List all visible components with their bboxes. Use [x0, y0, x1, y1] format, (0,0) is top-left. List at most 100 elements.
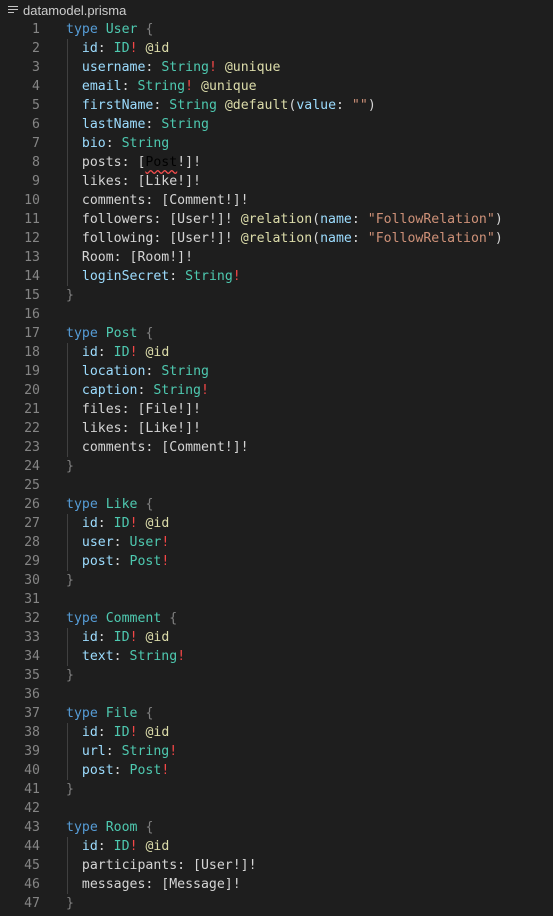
line-number: 33 — [24, 630, 40, 645]
code-line[interactable]: 3 username: String! @unique — [0, 58, 553, 77]
code-token: ! — [129, 41, 138, 56]
code-token: @id — [145, 630, 170, 645]
code-line[interactable]: 33 id: ID! @id — [0, 628, 553, 647]
code-line[interactable]: 1 type User { — [0, 20, 553, 39]
line-number: 23 — [24, 440, 40, 455]
code-line[interactable]: 14 loginSecret: String! — [0, 267, 553, 286]
code-text: type Room { — [66, 818, 153, 837]
code-line[interactable]: 18 id: ID! @id — [0, 343, 553, 362]
code-line[interactable]: 19 location: String — [0, 362, 553, 381]
code-line[interactable]: 47} — [0, 894, 553, 913]
code-text: type Post { — [66, 324, 153, 343]
code-line[interactable]: 36 — [0, 685, 553, 704]
code-text: type File { — [66, 704, 153, 723]
code-line[interactable]: 23 comments: [Comment!]! — [0, 438, 553, 457]
code-token: following: [User!]! — [81, 231, 241, 246]
code-line[interactable]: 27 id: ID! @id — [0, 514, 553, 533]
code-line[interactable]: 30} — [0, 571, 553, 590]
code-token: ID — [113, 345, 130, 360]
code-editor[interactable]: 1 type User {2 id: ID! @id 3 username: Str… — [0, 20, 553, 913]
code-line[interactable]: 2 id: ID! @id — [0, 39, 553, 58]
code-line[interactable]: 26 type Like { — [0, 495, 553, 514]
code-line[interactable]: 42 — [0, 799, 553, 818]
code-line[interactable]: 20 caption: String! — [0, 381, 553, 400]
line-number: 42 — [24, 801, 40, 816]
code-line[interactable]: 9 likes: [Like!]! — [0, 172, 553, 191]
code-line[interactable]: 4 email: String! @unique — [0, 77, 553, 96]
code-line[interactable]: 6 lastName: String — [0, 115, 553, 134]
code-token: name — [320, 231, 352, 246]
line-number: 11 — [24, 212, 40, 227]
code-line[interactable]: 45 participants: [User!]! — [0, 856, 553, 875]
line-number: 14 — [24, 269, 40, 284]
line-number: 30 — [24, 573, 40, 588]
code-line[interactable]: 13 Room: [Room!]! — [0, 248, 553, 267]
code-token: type — [66, 611, 98, 626]
code-line[interactable]: 24} — [0, 457, 553, 476]
code-text: bio: String — [66, 134, 169, 153]
breadcrumb[interactable]: datamodel.prisma — [0, 0, 553, 20]
code-token: "FollowRelation" — [367, 231, 495, 246]
code-line[interactable]: 29 post: Post! — [0, 552, 553, 571]
code-token: } — [66, 896, 74, 911]
code-token: : — [169, 269, 186, 284]
code-token: posts: [ — [81, 155, 146, 170]
code-text: lastName: String — [66, 115, 209, 134]
code-token: id — [81, 41, 98, 56]
code-line[interactable]: 44 id: ID! @id — [0, 837, 553, 856]
code-text: likes: [Like!]! — [66, 172, 201, 191]
line-number: 2 — [32, 41, 40, 56]
code-text: Room: [Room!]! — [66, 248, 193, 267]
code-line[interactable]: 16 — [0, 305, 553, 324]
code-line[interactable]: 10 comments: [Comment!]! — [0, 191, 553, 210]
code-token: Post — [145, 155, 178, 170]
code-token: { — [145, 820, 154, 835]
code-line[interactable]: 31 — [0, 590, 553, 609]
code-token: String — [161, 364, 209, 379]
code-line[interactable]: 28 user: User! — [0, 533, 553, 552]
code-line[interactable]: 15} — [0, 286, 553, 305]
code-token: ID — [113, 516, 130, 531]
code-line[interactable]: 43 type Room { — [0, 818, 553, 837]
code-token: Like — [105, 497, 138, 512]
code-line[interactable]: 35} — [0, 666, 553, 685]
code-line[interactable]: 5 firstName: String @default(value: "") — [0, 96, 553, 115]
code-text: type Comment { — [66, 609, 177, 628]
code-line[interactable]: 32 type Comment { — [0, 609, 553, 628]
code-token: } — [66, 782, 74, 797]
code-token: user — [81, 535, 114, 550]
code-token: } — [66, 459, 74, 474]
code-token: : — [97, 630, 114, 645]
code-line[interactable]: 11 followers: [User!]! @relation(name: "… — [0, 210, 553, 229]
code-line[interactable]: 8 posts: [Post!]! — [0, 153, 553, 172]
code-line[interactable]: 17 type Post { — [0, 324, 553, 343]
code-token: ID — [113, 839, 130, 854]
code-token: type — [66, 326, 98, 341]
code-line[interactable]: 21 files: [File!]! — [0, 400, 553, 419]
code-token: String — [169, 98, 217, 113]
code-line[interactable]: 40 post: Post! — [0, 761, 553, 780]
code-token: ( — [312, 212, 321, 227]
code-line[interactable]: 34 text: String! — [0, 647, 553, 666]
code-token: User — [129, 535, 162, 550]
line-number: 7 — [32, 136, 40, 151]
line-number: 9 — [32, 174, 40, 189]
code-line[interactable]: 39 url: String! — [0, 742, 553, 761]
code-line[interactable]: 25 — [0, 476, 553, 495]
code-line[interactable]: 22 likes: [Like!]! — [0, 419, 553, 438]
code-line[interactable]: 46 messages: [Message]! — [0, 875, 553, 894]
code-token: location — [81, 364, 146, 379]
line-number: 18 — [24, 345, 40, 360]
code-token: Comment — [105, 611, 162, 626]
code-token: firstName — [81, 98, 154, 113]
code-text: } — [66, 780, 74, 799]
code-token: : — [351, 231, 368, 246]
code-line[interactable]: 41} — [0, 780, 553, 799]
code-line[interactable]: 37 type File { — [0, 704, 553, 723]
code-line[interactable]: 12 following: [User!]! @relation(name: "… — [0, 229, 553, 248]
code-token: : — [153, 98, 170, 113]
code-line[interactable]: 7 bio: String — [0, 134, 553, 153]
code-line[interactable]: 38 id: ID! @id — [0, 723, 553, 742]
code-text: followers: [User!]! @relation(name: "Fol… — [66, 210, 503, 229]
